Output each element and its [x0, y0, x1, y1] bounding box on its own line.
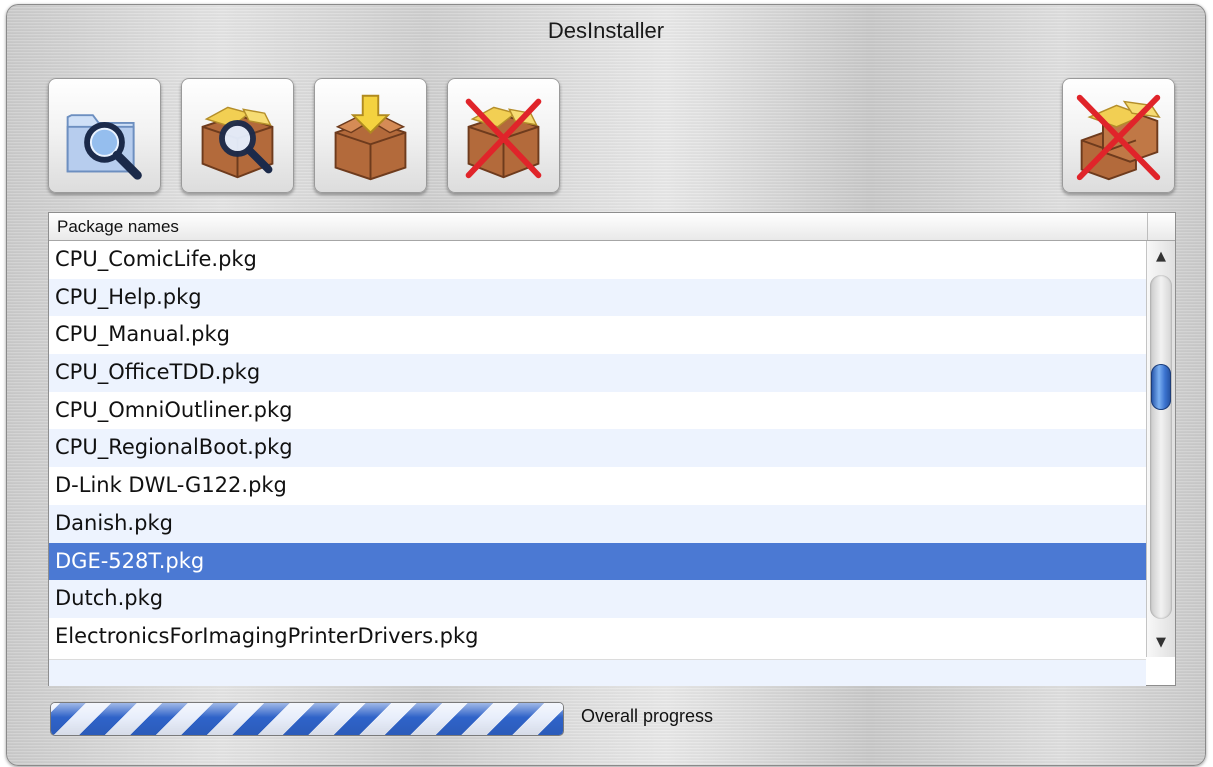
package-table[interactable]: Package names CPU_ComicLife.pkg CPU_Help.…: [48, 212, 1176, 686]
inspect-package-button[interactable]: [181, 78, 294, 193]
overall-progress-bar: [50, 702, 564, 736]
package-install-icon: [334, 94, 407, 181]
progress-label: Overall progress: [581, 706, 714, 726]
table-row[interactable]: Dutch.pkg: [49, 580, 1146, 618]
window-title: DesInstaller: [547, 18, 665, 43]
app-window: DesInstaller Package names CPU_ComicLife…: [6, 4, 1206, 766]
remove-package-button[interactable]: [447, 78, 560, 193]
table-header[interactable]: Package names: [49, 213, 1175, 241]
table-row[interactable]: CPU_RegionalBoot.pkg: [49, 429, 1146, 468]
table-row[interactable]: CPU_ComicLife.pkg: [49, 241, 1146, 279]
scroll-track[interactable]: [1150, 275, 1172, 619]
package-delete-icon: [465, 98, 542, 179]
table-row[interactable]: ElectronicsForImagingPrinterDrivers.pkg: [49, 617, 1146, 656]
progress-fill: [51, 703, 563, 735]
install-package-button[interactable]: [314, 78, 427, 193]
table-row-selected[interactable]: DGE-528T.pkg: [49, 542, 1146, 581]
column-header-package-names[interactable]: Package names: [57, 217, 179, 237]
scroll-up-arrow-icon[interactable]: ▲: [1147, 245, 1175, 269]
package-magnifier-icon: [201, 106, 274, 179]
table-row[interactable]: D-Link DWL-G122.pkg: [49, 467, 1146, 505]
vertical-scrollbar[interactable]: ▲ ▼: [1146, 241, 1175, 657]
packages-delete-all-icon: [1076, 94, 1161, 181]
table-empty-area: [49, 659, 1146, 686]
remove-all-packages-button[interactable]: [1062, 78, 1175, 193]
header-corner: [1147, 213, 1175, 240]
table-row[interactable]: CPU_OfficeTDD.pkg: [49, 354, 1146, 392]
table-row[interactable]: CPU_Help.pkg: [49, 278, 1146, 317]
scroll-thumb[interactable]: [1151, 364, 1171, 411]
table-row[interactable]: Danish.pkg: [49, 504, 1146, 543]
scroll-down-arrow-icon[interactable]: ▼: [1147, 631, 1175, 655]
table-row[interactable]: CPU_Manual.pkg: [49, 316, 1146, 355]
browse-folder-button[interactable]: [48, 78, 161, 193]
folder-magnifier-icon: [66, 114, 142, 180]
package-list[interactable]: CPU_ComicLife.pkg CPU_Help.pkg CPU_Manual.…: [49, 241, 1146, 659]
table-row[interactable]: CPU_OmniOutliner.pkg: [49, 391, 1146, 430]
